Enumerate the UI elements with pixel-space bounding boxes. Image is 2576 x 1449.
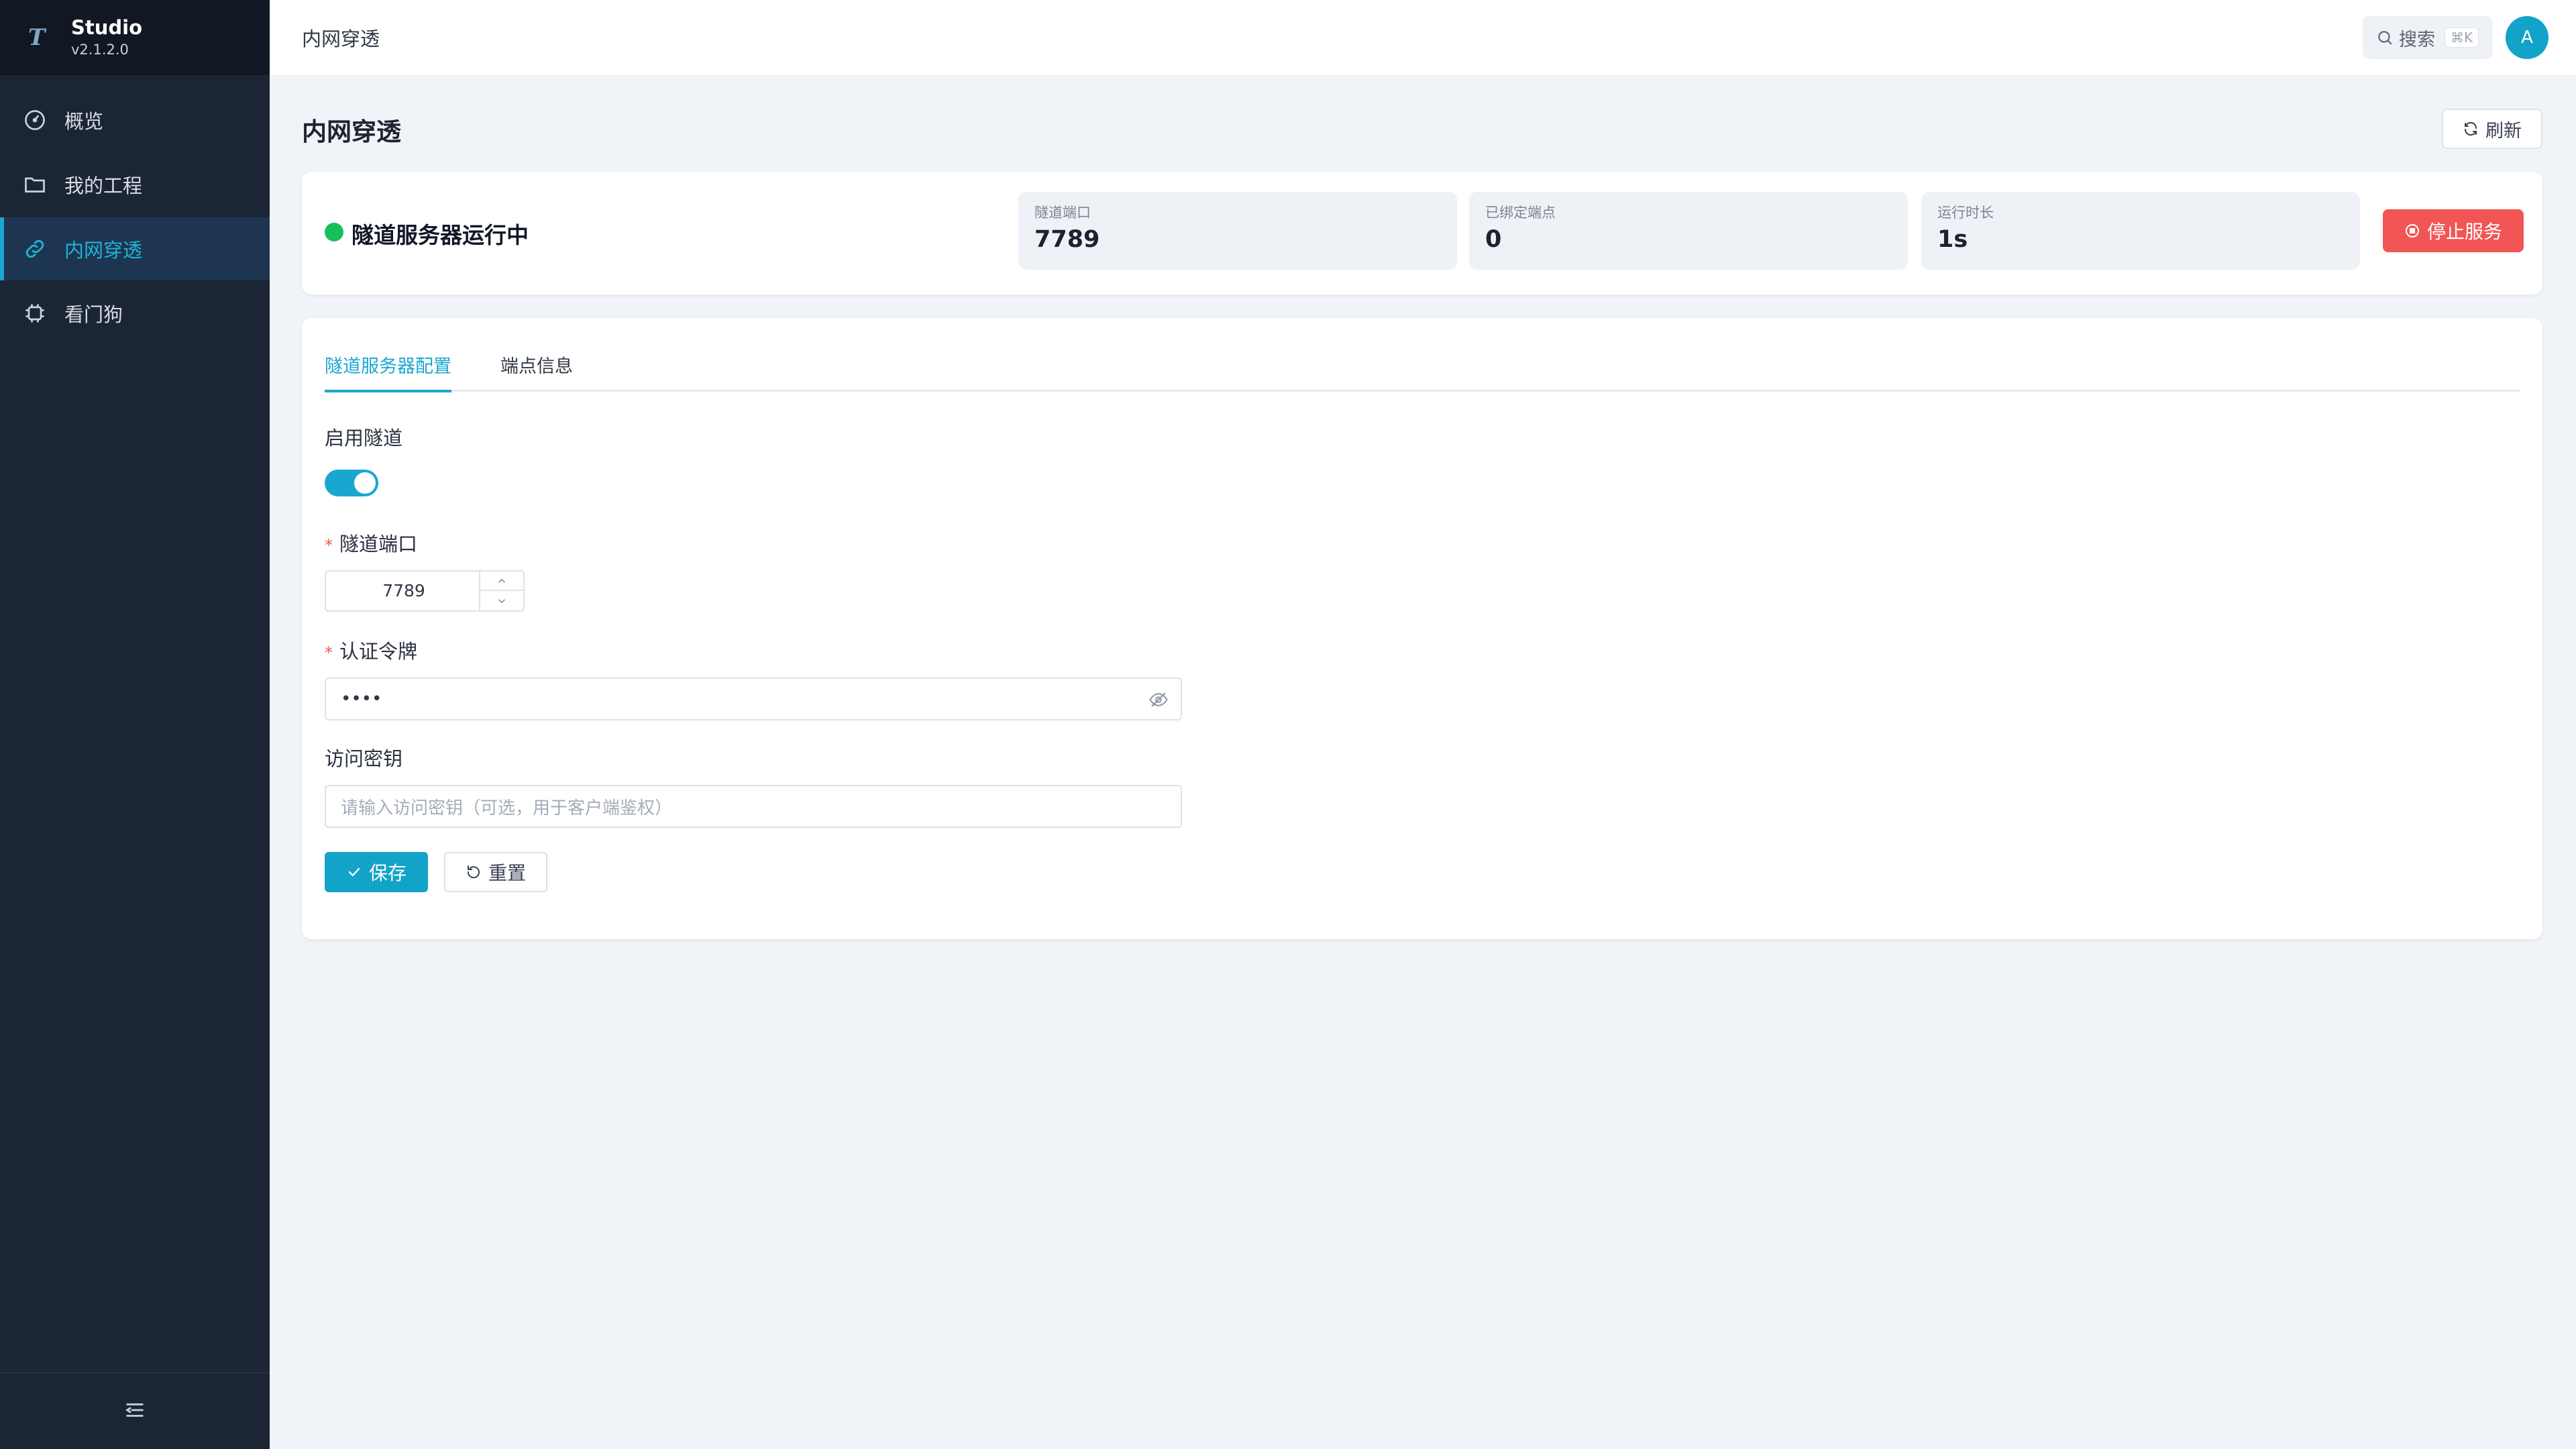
stat-uptime: 运行时长 1s <box>1921 192 2360 270</box>
reset-icon <box>466 864 488 880</box>
config-card: 隧道服务器配置 端点信息 启用隧道 * 隧道端口 7789 * 认证令牌 •••• <box>302 318 2542 939</box>
stat-value: 1s <box>1937 226 1968 253</box>
auth-token-value: •••• <box>341 689 382 709</box>
sidebar-item-label: 看门狗 <box>64 303 123 326</box>
avatar[interactable]: A <box>2506 16 2548 59</box>
stat-label: 隧道端口 <box>1034 205 1091 221</box>
brand: T Studio v2.1.2.0 <box>0 0 270 75</box>
save-label: 保存 <box>368 862 407 884</box>
stepper-buttons <box>479 572 523 610</box>
stat-label: 运行时长 <box>1937 205 1994 221</box>
sidebar-item-tunnel[interactable]: 内网穿透 <box>0 217 270 280</box>
decrement-button[interactable] <box>480 591 523 610</box>
stat-tunnel-port: 隧道端口 7789 <box>1018 192 1457 270</box>
required-mark: * <box>325 643 333 662</box>
search-label: 搜索 <box>2399 29 2435 50</box>
tab-bar: 隧道服务器配置 端点信息 <box>325 350 2520 392</box>
search-icon <box>2376 29 2394 46</box>
access-key-input[interactable]: 请输入访问密钥（可选，用于客户端鉴权） <box>325 785 1182 828</box>
reset-button[interactable]: 重置 <box>444 852 547 892</box>
auth-token-label: * 认证令牌 <box>325 636 417 664</box>
access-key-label: 访问密钥 <box>325 747 403 770</box>
stat-bound-endpoints: 已绑定端点 0 <box>1469 192 1908 270</box>
increment-button[interactable] <box>480 572 523 591</box>
sidebar-item-watchdog[interactable]: 看门狗 <box>0 282 270 345</box>
brand-text: Studio v2.1.2.0 <box>71 15 142 60</box>
sidebar: T Studio v2.1.2.0 概览 我的工程 内网穿透 看门狗 <box>0 0 270 1449</box>
search-button[interactable]: 搜索 ⌘K <box>2363 16 2493 59</box>
tunnel-port-input[interactable]: 7789 <box>326 572 482 610</box>
chevron-down-icon <box>496 595 508 607</box>
chevron-up-icon <box>496 575 508 587</box>
folder-icon <box>21 171 48 198</box>
stop-icon <box>2404 223 2427 239</box>
breadcrumb: 内网穿透 <box>302 28 380 50</box>
status-text: 隧道服务器运行中 <box>352 222 529 248</box>
stat-value: 0 <box>1485 226 1502 253</box>
enable-tunnel-toggle[interactable] <box>325 470 378 496</box>
reset-label: 重置 <box>488 862 526 884</box>
toggle-knob <box>354 472 376 494</box>
refresh-label: 刷新 <box>2485 120 2522 142</box>
search-shortcut: ⌘K <box>2445 28 2479 48</box>
collapse-menu-icon <box>123 1399 146 1424</box>
tab-endpoint-info[interactable]: 端点信息 <box>500 350 573 384</box>
refresh-icon <box>2463 121 2485 137</box>
link-icon <box>21 235 48 262</box>
sidebar-item-label: 内网穿透 <box>64 239 143 262</box>
sidebar-collapse-button[interactable] <box>0 1373 270 1449</box>
eye-off-icon[interactable] <box>1148 690 1169 714</box>
app-logo: T <box>28 24 46 51</box>
sidebar-item-overview[interactable]: 概览 <box>0 89 270 152</box>
status-indicator <box>325 223 343 241</box>
auth-token-field[interactable]: •••• <box>325 678 1182 720</box>
label-text: 认证令牌 <box>339 640 418 663</box>
stop-label: 停止服务 <box>2426 221 2502 243</box>
top-header: 内网穿透 <box>270 0 2576 75</box>
tab-server-config[interactable]: 隧道服务器配置 <box>325 350 451 392</box>
required-mark: * <box>325 536 333 555</box>
page-title: 内网穿透 <box>302 117 401 146</box>
sidebar-item-label: 我的工程 <box>64 174 143 197</box>
stop-service-button[interactable]: 停止服务 <box>2383 209 2524 252</box>
stat-value: 7789 <box>1034 226 1100 253</box>
tunnel-port-label: * 隧道端口 <box>325 529 417 557</box>
status-card: 隧道服务器运行中 隧道端口 7789 已绑定端点 0 运行时长 1s 停止服务 <box>302 172 2542 294</box>
app-version: v2.1.2.0 <box>71 42 129 58</box>
stat-label: 已绑定端点 <box>1485 205 1556 221</box>
label-text: 隧道端口 <box>339 533 418 555</box>
sidebar-item-label: 概览 <box>64 110 104 133</box>
save-button[interactable]: 保存 <box>325 852 428 892</box>
check-icon <box>346 864 369 880</box>
chip-icon <box>21 300 48 327</box>
tunnel-port-stepper[interactable]: 7789 <box>325 570 525 612</box>
sidebar-item-projects[interactable]: 我的工程 <box>0 153 270 216</box>
app-name: Studio <box>71 16 143 39</box>
enable-tunnel-label: 启用隧道 <box>325 427 403 449</box>
gauge-icon <box>21 107 48 133</box>
refresh-button[interactable]: 刷新 <box>2442 109 2542 149</box>
